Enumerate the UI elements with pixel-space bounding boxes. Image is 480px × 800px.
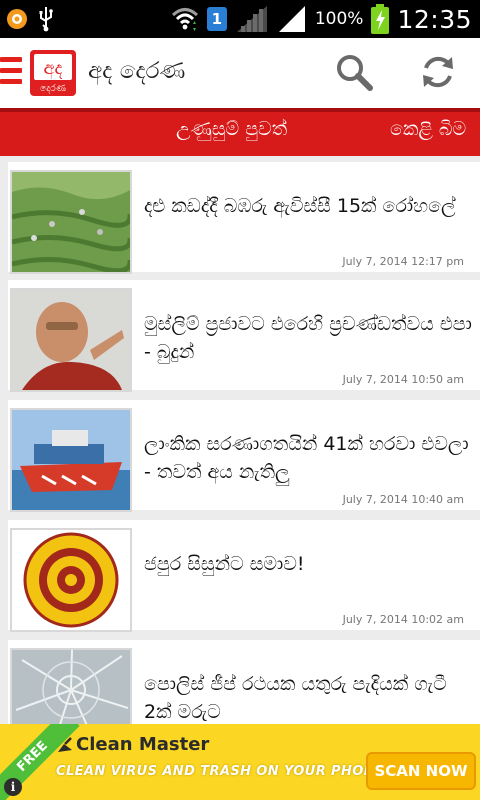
news-headline: මුස්ලිම් ප්‍රජාවට එරෙහි ප්‍රචණ්ඩත්වය එපා…: [144, 313, 472, 363]
news-item[interactable]: මුස්ලිම් ප්‍රජාවට එරෙහි ප්‍රචණ්ඩත්වය එපා…: [8, 280, 480, 392]
category-tabs: උණුසුම් පුවත් කෙළි බිම: [0, 108, 480, 156]
menu-icon[interactable]: [0, 57, 22, 89]
news-thumbnail-boat: [10, 408, 132, 512]
battery-charging-icon: [371, 4, 390, 34]
status-bar: 1 100% 12:35: [0, 0, 480, 38]
news-thumbnail-monk-portrait: [10, 288, 132, 392]
tab-sports[interactable]: කෙළි බිම: [390, 118, 466, 140]
news-thumbnail-university-seal: [10, 528, 132, 632]
ad-tagline: CLEAN VIRUS AND TRASH ON YOUR PHONE!: [56, 764, 391, 779]
app-title: අද දෙරණ: [88, 58, 186, 84]
wifi-icon: [171, 8, 198, 31]
refresh-icon: [423, 56, 453, 88]
ad-scan-now-button[interactable]: SCAN NOW: [366, 752, 476, 790]
ad-banner[interactable]: FREE Clean Master CLEAN VIRUS AND TRASH …: [0, 724, 480, 800]
news-timestamp: July 7, 2014 10:50 am: [342, 373, 464, 386]
news-headline: ලාංකික සරණාගතයින් 41ක් හරවා එවලා - තවත් …: [144, 433, 469, 483]
ad-info-icon[interactable]: i: [4, 778, 22, 796]
signal-icon: [278, 6, 305, 32]
news-headline: පොලිස් ජීප් රථයක යතුරු පැදියක් ගැටී 2ක් …: [144, 673, 447, 723]
search-button[interactable]: [334, 52, 374, 92]
clock: 12:35: [397, 4, 472, 34]
news-headline: දළු කඩද්දී බඹරු ඇවිස්සී 15ක් රෝහලේ: [144, 195, 456, 217]
news-timestamp: July 7, 2014 10:40 am: [342, 493, 464, 506]
news-item[interactable]: ජපුර සිසුන්ට සමාව! July 7, 2014 10:02 am: [8, 520, 480, 632]
battery-percent: 100%: [314, 9, 364, 29]
ad-title: Clean Master: [76, 734, 210, 755]
news-item[interactable]: දළු කඩද්දී බඹරු ඇවිස්සී 15ක් රෝහලේ July …: [8, 162, 480, 274]
news-timestamp: July 7, 2014 12:17 pm: [342, 255, 464, 268]
news-timestamp: July 7, 2014 10:02 am: [342, 613, 464, 626]
signal-icon-empty: [236, 6, 267, 32]
app-bar: අද දෙරණ අද දෙරණ: [0, 38, 480, 108]
news-item[interactable]: ලාංකික සරණාගතයින් 41ක් හරවා එවලා - තවත් …: [8, 400, 480, 512]
usb-icon: [39, 7, 53, 32]
tab-hot-news[interactable]: උණුසුම් පුවත්: [176, 118, 287, 140]
search-icon: [337, 55, 373, 91]
logo-text: අද: [43, 58, 62, 80]
sim-badge: 1: [206, 7, 227, 31]
news-thumbnail-tea-plantation: [10, 170, 132, 274]
broom-icon: [58, 737, 72, 752]
news-headline: ජපුර සිසුන්ට සමාව!: [144, 553, 305, 575]
app-logo[interactable]: අද දෙරණ: [30, 50, 76, 96]
notification-circle-icon: [7, 9, 27, 29]
logo-subtext: දෙරණ: [40, 84, 66, 94]
refresh-button[interactable]: [418, 52, 458, 92]
